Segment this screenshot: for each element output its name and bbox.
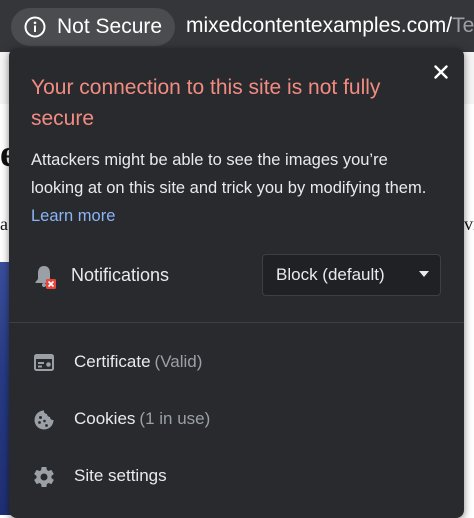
close-icon xyxy=(434,65,448,79)
popup-description: Attackers might be able to see the image… xyxy=(31,146,441,230)
security-chip-label: Not Secure xyxy=(57,15,163,38)
notifications-selected-option: Block (default) xyxy=(276,265,385,284)
notifications-blocked-icon xyxy=(35,266,56,289)
cookie-icon xyxy=(34,410,54,430)
info-icon xyxy=(24,16,46,38)
page-text-fragment-right: vi xyxy=(464,214,474,234)
section-divider xyxy=(9,322,464,323)
site-settings-item[interactable]: Site settings xyxy=(9,452,464,502)
certificate-icon xyxy=(34,354,54,371)
notifications-permission-select[interactable]: Block (default) xyxy=(262,254,441,296)
page-info-popup: Your connection to this site is not full… xyxy=(9,48,464,518)
cookies-item[interactable]: Cookies (1 in use) xyxy=(9,395,464,445)
description-text: Attackers might be able to see the image… xyxy=(31,151,427,197)
certificate-label-text: Certificate xyxy=(74,352,151,371)
cookies-label-text: Cookies xyxy=(74,409,136,428)
close-button[interactable] xyxy=(429,60,453,84)
site-security-chip[interactable]: Not Secure xyxy=(11,8,175,46)
page-text-fragment-left: a xyxy=(0,214,8,234)
popup-title: Your connection to this site is not full… xyxy=(31,76,381,130)
gear-icon xyxy=(34,467,54,488)
notifications-row: Notifications Block (default) xyxy=(9,254,464,306)
certificate-item[interactable]: Certificate (Valid) xyxy=(9,338,464,388)
browser-toolbar: Not Secure mixedcontentexamples.com/Te xyxy=(0,0,474,52)
cookies-count: (1 in use) xyxy=(139,409,211,428)
url-host: mixedcontentexamples.com/ xyxy=(186,14,453,37)
notifications-label: Notifications xyxy=(71,265,170,285)
certificate-status: (Valid) xyxy=(154,352,203,371)
url-path: Te xyxy=(452,14,474,37)
cookies-label: Cookies (1 in use) xyxy=(74,409,210,429)
certificate-label: Certificate (Valid) xyxy=(74,352,202,372)
dropdown-arrow-icon xyxy=(419,271,429,277)
site-settings-label: Site settings xyxy=(74,466,167,485)
learn-more-link[interactable]: Learn more xyxy=(31,207,115,225)
address-bar-url[interactable]: mixedcontentexamples.com/Te xyxy=(186,14,474,38)
